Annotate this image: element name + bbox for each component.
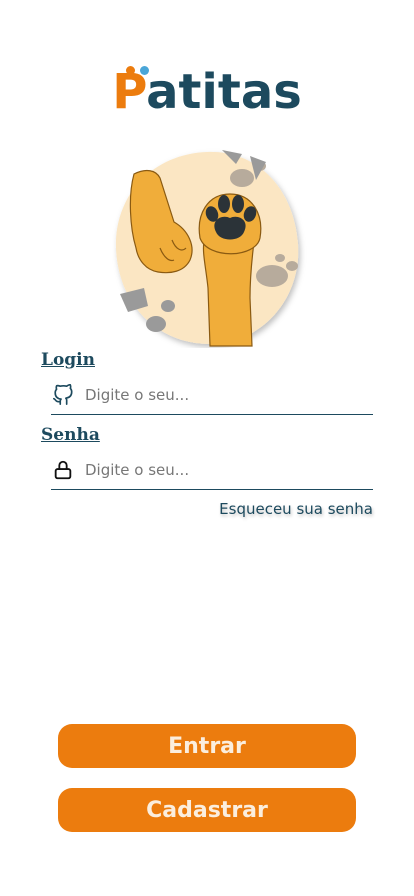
paws-illustration (115, 150, 299, 347)
logo-rest: atitas (146, 64, 302, 120)
register-button[interactable]: Cadastrar (58, 788, 356, 832)
password-label: Senha (41, 425, 100, 445)
login-input[interactable] (85, 386, 373, 404)
github-icon (51, 383, 75, 407)
app-logo: Patitas (0, 58, 414, 126)
login-label: Login (41, 350, 95, 370)
login-field[interactable] (51, 376, 373, 415)
password-field[interactable] (51, 451, 373, 490)
lock-icon (51, 458, 75, 482)
enter-button[interactable]: Entrar (58, 724, 356, 768)
password-input[interactable] (85, 461, 373, 479)
forgot-password-link[interactable]: Esqueceu sua senha (219, 500, 373, 518)
logo-wordmark: Patitas (112, 58, 302, 126)
